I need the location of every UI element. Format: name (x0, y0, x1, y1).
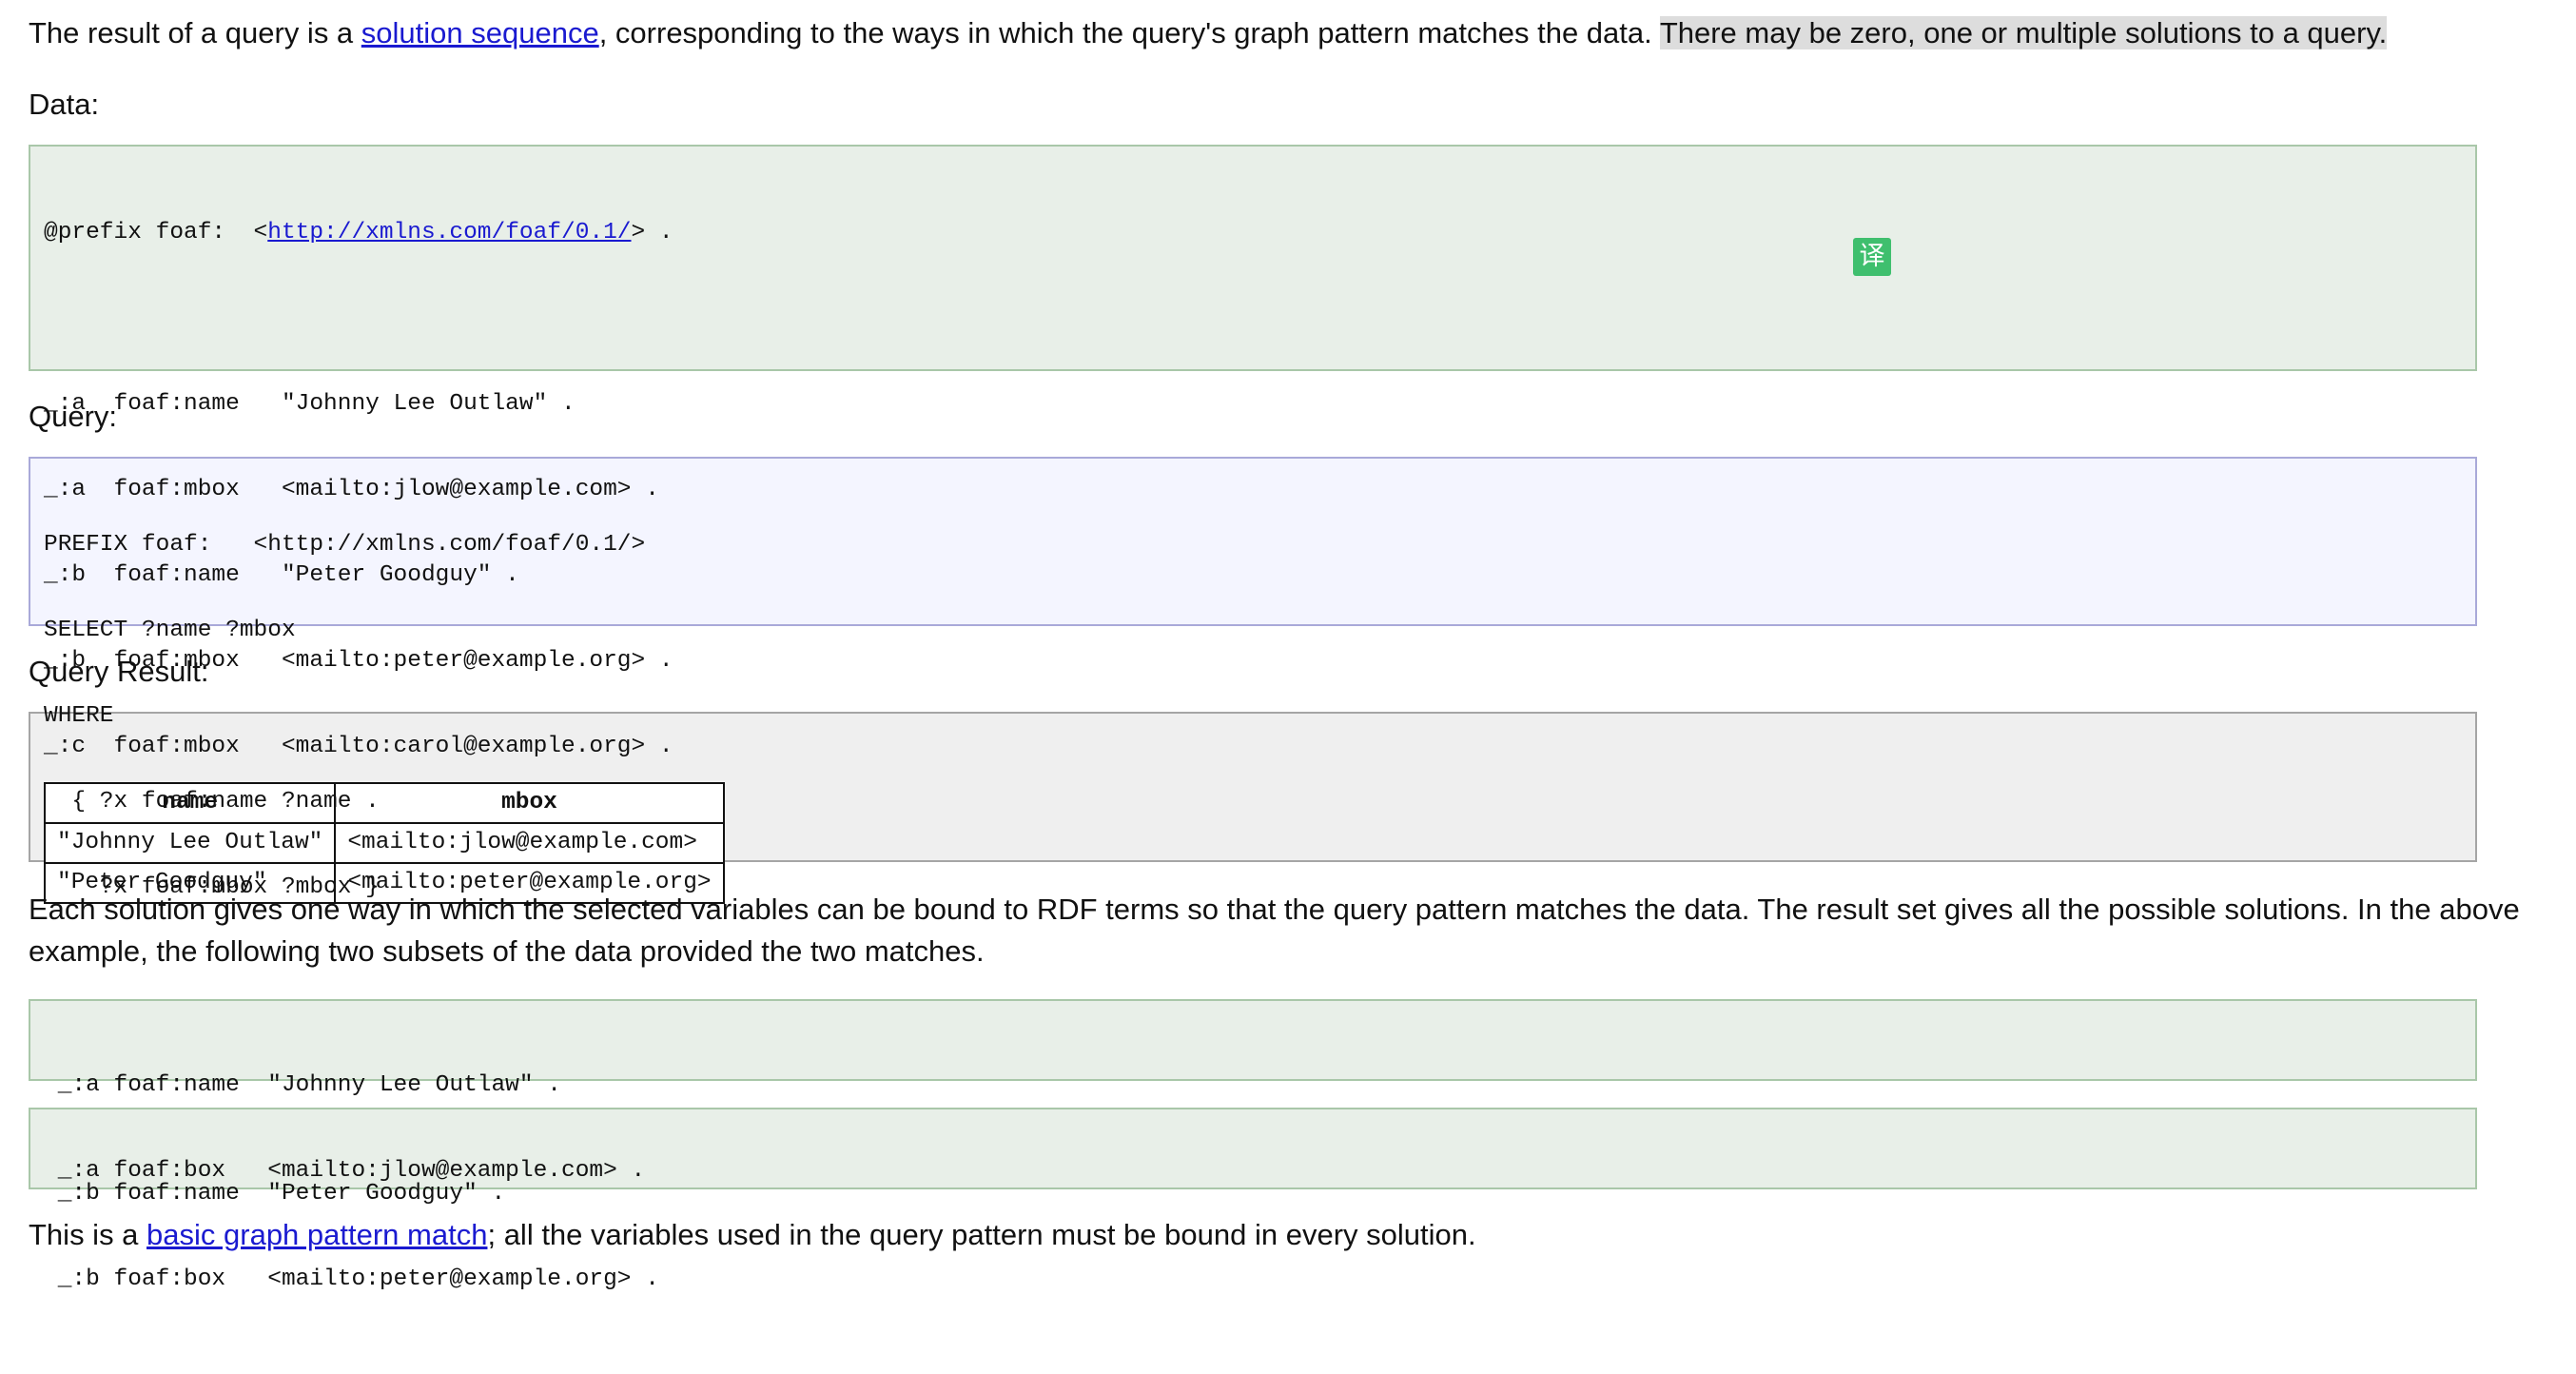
table-cell: "Johnny Lee Outlaw" (43, 822, 337, 864)
subset-line: _:b foaf:name "Peter Goodguy" . (44, 1181, 506, 1207)
translate-icon[interactable]: 译 (1853, 238, 1891, 276)
basic-graph-pattern-match-link[interactable]: basic graph pattern match (146, 1218, 487, 1251)
subset-line: _:b foaf:box <mailto:peter@example.org> … (44, 1266, 659, 1292)
highlighted-sentence: There may be zero, one or multiple solut… (1659, 16, 2388, 49)
footer-text-end: ; all the variables used in the query pa… (487, 1218, 1476, 1251)
intro-paragraph: The result of a query is a solution sequ… (29, 0, 2568, 54)
data-label: Data: (29, 88, 100, 121)
solution-sequence-link[interactable]: solution sequence (361, 16, 599, 49)
explanation-paragraph: Each solution gives one way in which the… (29, 893, 2520, 968)
query-line: PREFIX foaf: <http://xmlns.com/foaf/0.1/… (44, 532, 646, 558)
prefix-start: @prefix foaf: < (44, 220, 268, 245)
prefix-line: @prefix foaf: <http://xmlns.com/foaf/0.1… (44, 219, 2475, 247)
data-code-block: @prefix foaf: <http://xmlns.com/foaf/0.1… (29, 145, 2477, 759)
intro-text-end: , corresponding to the ways in which the… (598, 16, 1660, 49)
query-line: SELECT ?name ?mbox (44, 618, 296, 643)
prefix-end: > . (631, 220, 673, 245)
subset-line: _:a foaf:name "Johnny Lee Outlaw" . (44, 1072, 561, 1098)
footer-text-start: This is a (29, 1218, 147, 1251)
foaf-namespace-link[interactable]: http://xmlns.com/foaf/0.1/ (267, 220, 631, 245)
table-row: "Johnny Lee Outlaw" <mailto:jlow@example… (43, 822, 725, 864)
column-header-mbox: mbox (334, 782, 725, 824)
document-body: The result of a query is a solution sequ… (0, 0, 2568, 1292)
table-cell: <mailto:jlow@example.com> (334, 822, 725, 864)
intro-text-start: The result of a query is a (29, 16, 361, 49)
subset-a-code-block: _:a foaf:name "Johnny Lee Outlaw" . _:a … (29, 999, 2477, 1184)
footer-paragraph: This is a basic graph pattern match; all… (29, 1214, 2568, 1256)
